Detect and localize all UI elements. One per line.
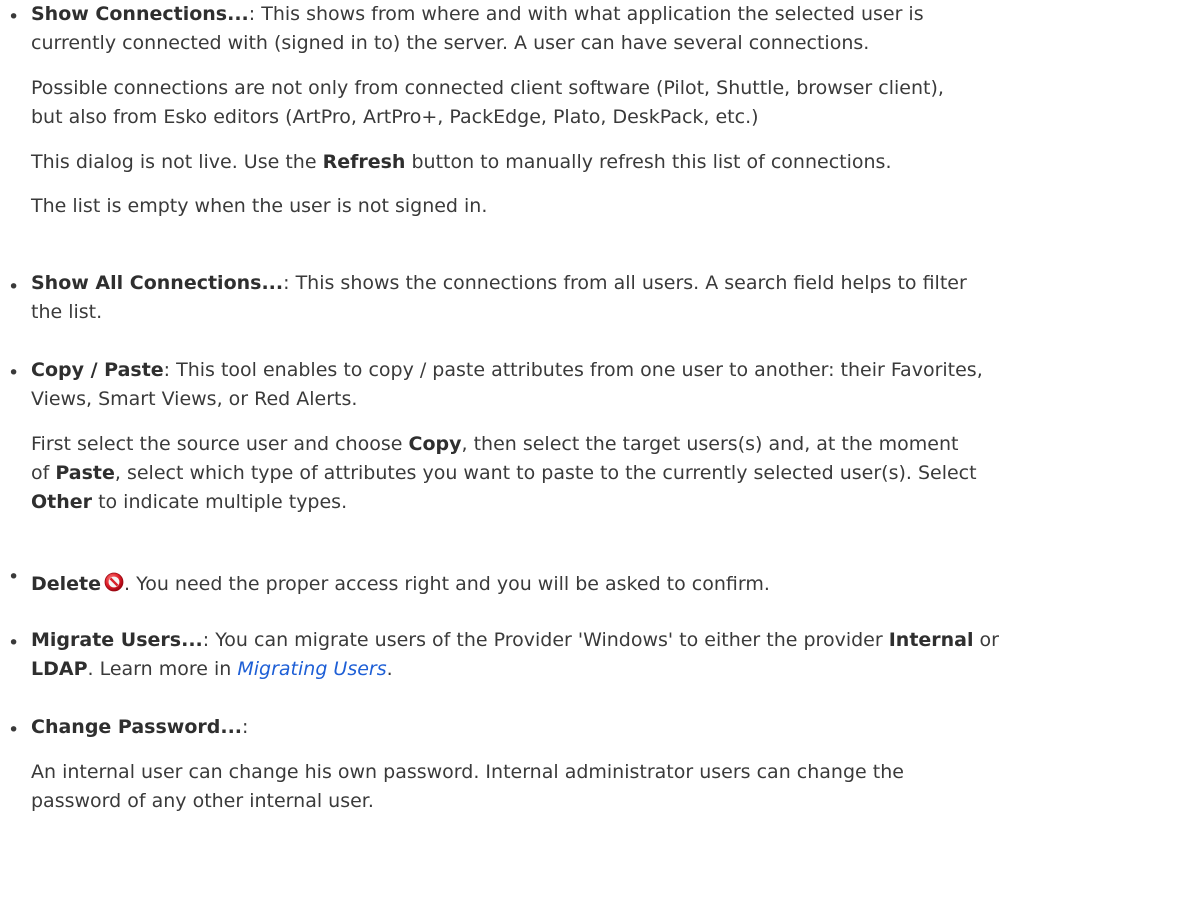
change-password-title: Change Password...	[31, 716, 243, 738]
copy-paste-title: Copy / Paste	[31, 359, 164, 381]
show-all-connections-title: Show All Connections...	[31, 272, 284, 294]
bullet: •	[8, 566, 20, 588]
copy-paste-line1: Copy / Paste: This tool enables to copy …	[31, 359, 983, 381]
copy-paste-line2: Views, Smart Views, or Red Alerts.	[31, 388, 358, 410]
migrate-line2: LDAP. Learn more in Migrating Users.	[31, 658, 393, 680]
delete-line: Delete. You need the proper access right…	[31, 572, 770, 595]
paste-label: Paste	[55, 462, 115, 484]
show-connections-line2: currently connected with (signed in to) …	[31, 32, 870, 54]
copy-paste-para2-line2: of Paste, select which type of attribute…	[31, 462, 977, 484]
delete-title: Delete	[31, 573, 102, 595]
bullet: •	[8, 6, 20, 28]
connections-para2-line2: but also from Esko editors (ArtPro, ArtP…	[31, 106, 759, 128]
copy-paste-para2-line1: First select the source user and choose …	[31, 433, 959, 455]
documentation-page: • Show Connections...: This shows from w…	[0, 0, 1190, 922]
show-all-connections-line1: Show All Connections...: This shows the …	[31, 272, 967, 294]
change-password-para2-line1: An internal user can change his own pass…	[31, 761, 904, 783]
refresh-label: Refresh	[322, 151, 406, 173]
change-password-para2-line2: password of any other internal user.	[31, 790, 374, 812]
connections-para3: This dialog is not live. Use the Refresh…	[31, 151, 892, 173]
show-connections-title: Show Connections...	[31, 3, 249, 25]
other-label: Other	[31, 491, 93, 513]
migrate-title: Migrate Users...	[31, 629, 203, 651]
migrating-users-link[interactable]: Migrating Users	[237, 658, 386, 680]
no-entry-icon	[104, 572, 124, 592]
bullet: •	[8, 362, 20, 384]
bullet: •	[8, 719, 20, 741]
copy-label: Copy	[408, 433, 462, 455]
migrate-line1: Migrate Users...: You can migrate users …	[31, 629, 999, 651]
bullet: •	[8, 632, 20, 654]
copy-paste-para2-line3: Other to indicate multiple types.	[31, 491, 348, 513]
internal-label: Internal	[888, 629, 974, 651]
bullet: •	[8, 276, 20, 298]
change-password-line1: Change Password...:	[31, 716, 249, 738]
connections-para2-line1: Possible connections are not only from c…	[31, 77, 944, 99]
ldap-label: LDAP	[31, 658, 88, 680]
show-connections-line1: Show Connections...: This shows from whe…	[31, 3, 924, 25]
show-all-connections-line2: the list.	[31, 301, 103, 323]
connections-para4: The list is empty when the user is not s…	[31, 195, 488, 217]
